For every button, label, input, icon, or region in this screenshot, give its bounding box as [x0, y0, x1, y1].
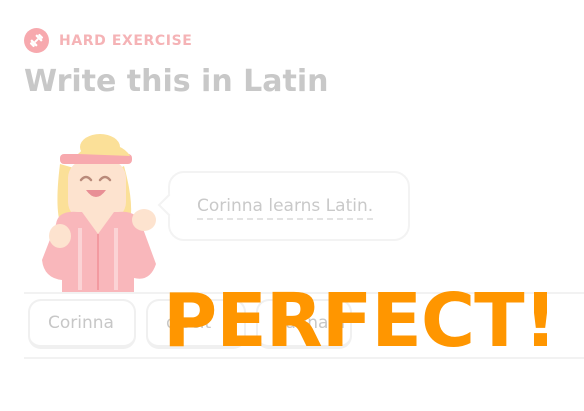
character-illustration — [38, 132, 168, 292]
exercise-screen: HARD EXERCISE Write this in Latin Corinn… — [0, 0, 584, 411]
perfect-overlay: PERFECT! — [163, 278, 557, 364]
speech-bubble: Corinna learns Latin. — [157, 171, 410, 241]
prompt-sentence[interactable]: Corinna learns Latin. — [197, 196, 374, 220]
exercise-tag: HARD EXERCISE — [24, 28, 192, 53]
dumbbell-icon — [24, 28, 49, 53]
prompt-title: Write this in Latin — [24, 64, 329, 99]
exercise-tag-label: HARD EXERCISE — [59, 32, 193, 49]
word-tile[interactable]: Corinna — [28, 299, 136, 349]
